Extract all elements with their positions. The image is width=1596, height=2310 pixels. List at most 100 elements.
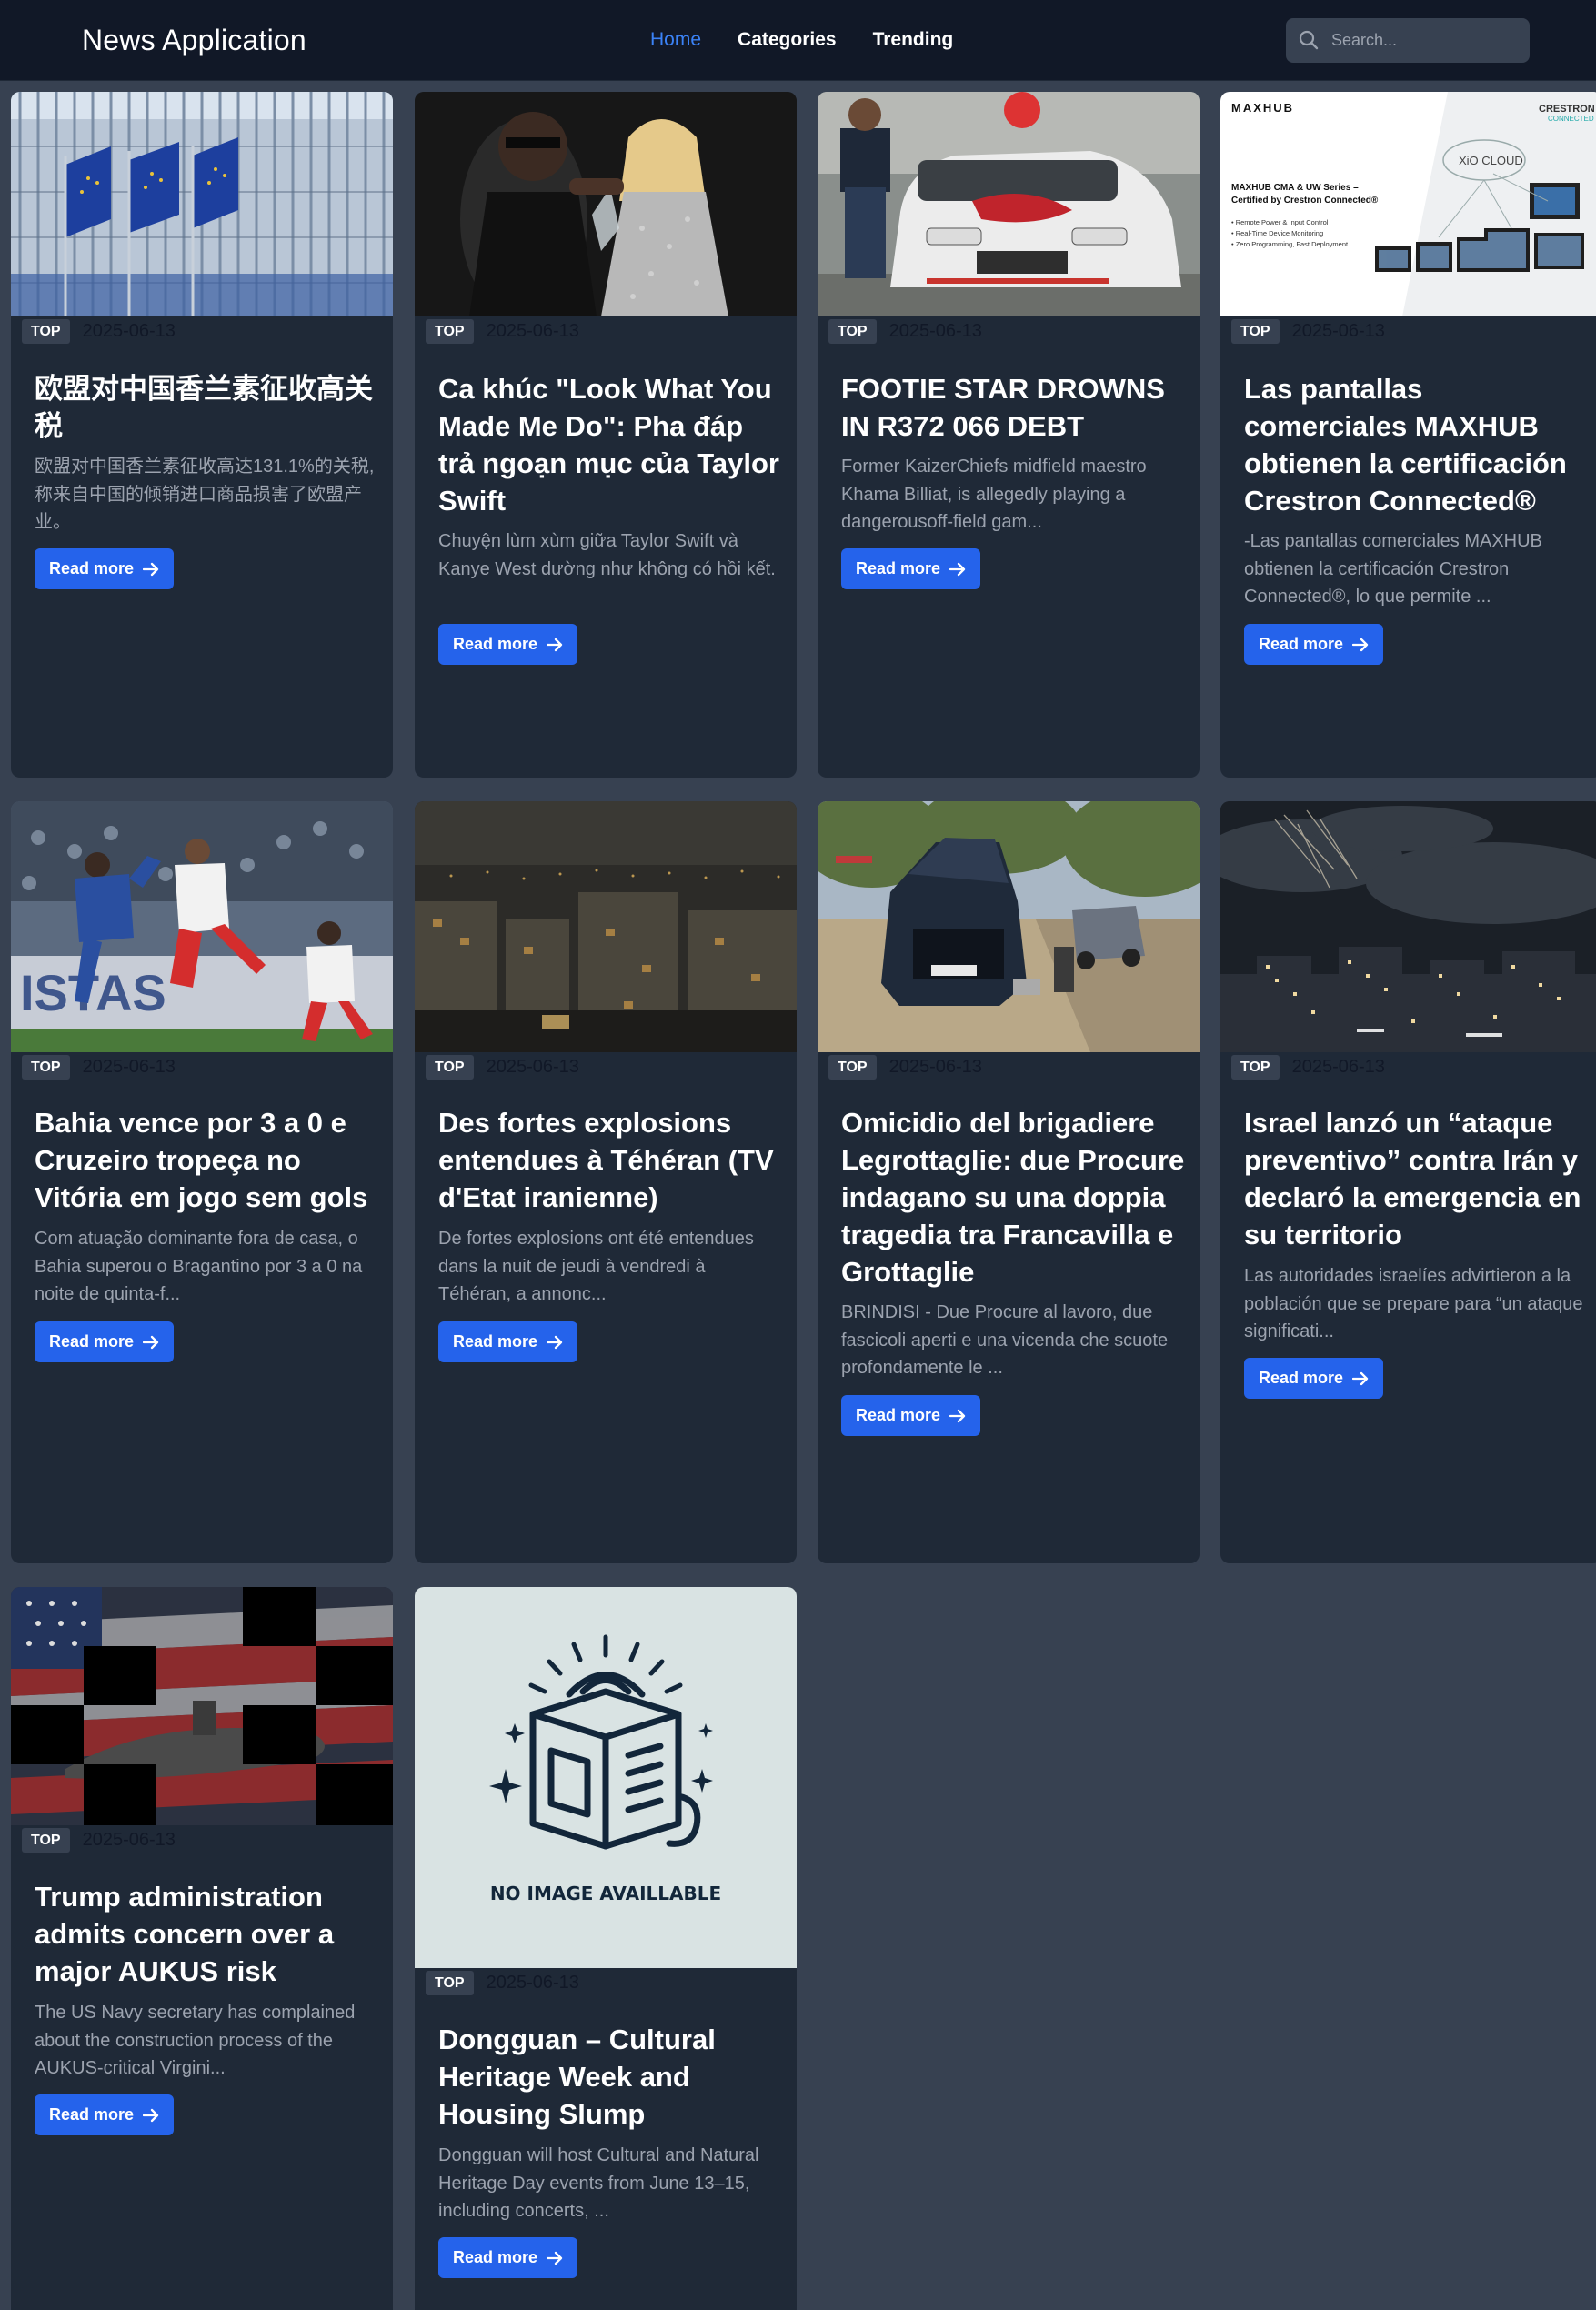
article-description: -Las pantallas comerciales MAXHUB obtien… [1244, 531, 1542, 607]
article-meta: TOP 2025-06-13 [828, 1055, 982, 1080]
article-description: Las autoridades israelíes advirtieron a … [1244, 1266, 1583, 1341]
article-card: TOP 2025-06-13 Israel lanzó un “ataque p… [1220, 801, 1596, 1563]
maxhub-logo: MAXHUB [1231, 101, 1294, 115]
top-badge: TOP [1231, 319, 1280, 344]
article-date: 2025-06-13 [486, 1057, 579, 1077]
article-date: 2025-06-13 [888, 321, 982, 341]
arrow-right-icon [547, 2251, 563, 2265]
article-meta: TOP 2025-06-13 [22, 1828, 176, 1853]
article-description: The US Navy secretary has complained abo… [35, 2003, 356, 2078]
search-input[interactable] [1331, 18, 1518, 63]
top-badge: TOP [828, 1055, 877, 1080]
article-meta: TOP 2025-06-13 [1231, 319, 1385, 344]
read-more-label: Read more [49, 559, 135, 578]
article-description: Former KaizerChiefs midfield maestro Kha… [841, 457, 1147, 532]
read-more-label: Read more [49, 2105, 135, 2124]
read-more-button[interactable]: Read more [35, 1321, 175, 1362]
arrow-right-icon [143, 562, 159, 576]
article-title[interactable]: FOOTIE STAR DROWNS IN R372 066 DEBT [841, 370, 1187, 445]
top-badge: TOP [426, 1971, 474, 1995]
arrow-right-icon [1352, 638, 1369, 651]
article-date: 2025-06-13 [82, 1830, 176, 1850]
top-navbar: News Application Home Categories Trendin… [0, 0, 1596, 81]
article-meta: TOP 2025-06-13 [426, 319, 579, 344]
arrow-right-icon [143, 2108, 159, 2122]
arrow-right-icon [949, 562, 966, 576]
search-icon [1299, 30, 1319, 50]
article-image[interactable]: ISTAS [11, 801, 393, 1052]
article-image[interactable] [11, 1587, 393, 1825]
article-image[interactable]: NO IMAGE AVAILLABLE [415, 1587, 797, 1968]
article-title[interactable]: Des fortes explosions entendues à Téhéra… [438, 1104, 784, 1216]
article-description: Dongguan will host Cultural and Natural … [438, 2145, 759, 2221]
no-image-text: NO IMAGE AVAILLABLE [490, 1883, 721, 1904]
article-card: TOP 2025-06-13 Trump administration admi… [11, 1587, 393, 2310]
arrow-right-icon [143, 1335, 159, 1349]
article-card: TOP 2025-06-13 Ca khúc "Look What You Ma… [415, 92, 797, 778]
article-image[interactable] [818, 801, 1200, 1052]
article-image[interactable]: MAXHUB CRESTRON CONNECTED XiO CLOUD MAXH… [1220, 92, 1596, 316]
read-more-label: Read more [856, 559, 941, 578]
article-date: 2025-06-13 [1291, 1057, 1385, 1077]
article-date: 2025-06-13 [82, 321, 176, 341]
top-badge: TOP [22, 319, 70, 344]
article-date: 2025-06-13 [486, 1973, 579, 1993]
article-image[interactable] [415, 801, 797, 1052]
article-title[interactable]: Bahia vence por 3 a 0 e Cruzeiro tropeça… [35, 1104, 380, 1216]
article-date: 2025-06-13 [486, 321, 579, 341]
nav-categories[interactable]: Categories [738, 29, 837, 51]
article-meta: TOP 2025-06-13 [828, 319, 982, 344]
nav-home[interactable]: Home [650, 29, 701, 51]
top-badge: TOP [22, 1055, 70, 1080]
article-image[interactable] [11, 92, 393, 316]
top-badge: TOP [22, 1828, 70, 1853]
read-more-button[interactable]: Read more [1244, 1358, 1384, 1399]
app-title[interactable]: News Application [82, 24, 306, 57]
article-meta: TOP 2025-06-13 [426, 1055, 579, 1080]
article-card: TOP 2025-06-13 Des fortes explosions ent… [415, 801, 797, 1563]
banner-headline-2: Certified by Crestron Connected® [1231, 196, 1379, 206]
article-title[interactable]: Omicidio del brigadiere Legrottaglie: du… [841, 1104, 1187, 1291]
connected-label: CONNECTED [1548, 115, 1594, 123]
read-more-button[interactable]: Read more [438, 624, 578, 665]
cloud-label: XiO CLOUD [1459, 154, 1523, 167]
top-badge: TOP [1231, 1055, 1280, 1080]
top-badge: TOP [828, 319, 877, 344]
read-more-button[interactable]: Read more [438, 2237, 578, 2278]
article-description: De fortes explosions ont été entendues d… [438, 1229, 754, 1304]
article-image[interactable] [818, 92, 1200, 316]
article-title[interactable]: Ca khúc "Look What You Made Me Do": Pha … [438, 370, 784, 519]
article-date: 2025-06-13 [82, 1057, 176, 1077]
article-image[interactable] [1220, 801, 1596, 1052]
top-badge: TOP [426, 1055, 474, 1080]
article-title[interactable]: Israel lanzó un “ataque preventivo” cont… [1244, 1104, 1590, 1253]
read-more-button[interactable]: Read more [438, 1321, 578, 1362]
banner-bullet: • Remote Power & Input Control [1231, 218, 1329, 226]
article-title[interactable]: Trump administration admits concern over… [35, 1878, 380, 1990]
read-more-label: Read more [49, 1332, 135, 1351]
search-box [1286, 18, 1530, 63]
article-card: MAXHUB CRESTRON CONNECTED XiO CLOUD MAXH… [1220, 92, 1596, 778]
article-title[interactable]: Dongguan – Cultural Heritage Week and Ho… [438, 2021, 784, 2133]
arrow-right-icon [547, 638, 563, 651]
read-more-button[interactable]: Read more [841, 1395, 981, 1436]
read-more-button[interactable]: Read more [1244, 624, 1384, 665]
article-description: 欧盟对中国香兰素征收高达131.1%的关税,称来自中国的倾销进口商品损害了欧盟产… [35, 457, 375, 532]
article-meta: TOP 2025-06-13 [22, 1055, 176, 1080]
article-card: NO IMAGE AVAILLABLE TOP 2025-06-13 Dongg… [415, 1587, 797, 2310]
read-more-button[interactable]: Read more [841, 548, 981, 589]
article-description: Chuyện lùm xùm giữa Taylor Swift và Kany… [438, 531, 776, 579]
article-description: BRINDISI - Due Procure al lavoro, due fa… [841, 1302, 1169, 1378]
nav-trending[interactable]: Trending [873, 29, 954, 51]
banner-headline-1: MAXHUB CMA & UW Series – [1231, 183, 1359, 193]
article-meta: TOP 2025-06-13 [22, 319, 176, 344]
article-image[interactable] [415, 92, 797, 316]
article-title[interactable]: 欧盟对中国香兰素征收高关税 [35, 370, 380, 445]
article-meta: TOP 2025-06-13 [1231, 1055, 1385, 1080]
article-card: TOP 2025-06-13 FOOTIE STAR DROWNS IN R37… [818, 92, 1200, 778]
article-title[interactable]: Las pantallas comerciales MAXHUB obtiene… [1244, 370, 1590, 519]
read-more-button[interactable]: Read more [35, 548, 175, 589]
read-more-button[interactable]: Read more [35, 2094, 175, 2135]
main-nav: Home Categories Trending [650, 29, 953, 51]
article-description: Com atuação dominante fora de casa, o Ba… [35, 1229, 363, 1304]
